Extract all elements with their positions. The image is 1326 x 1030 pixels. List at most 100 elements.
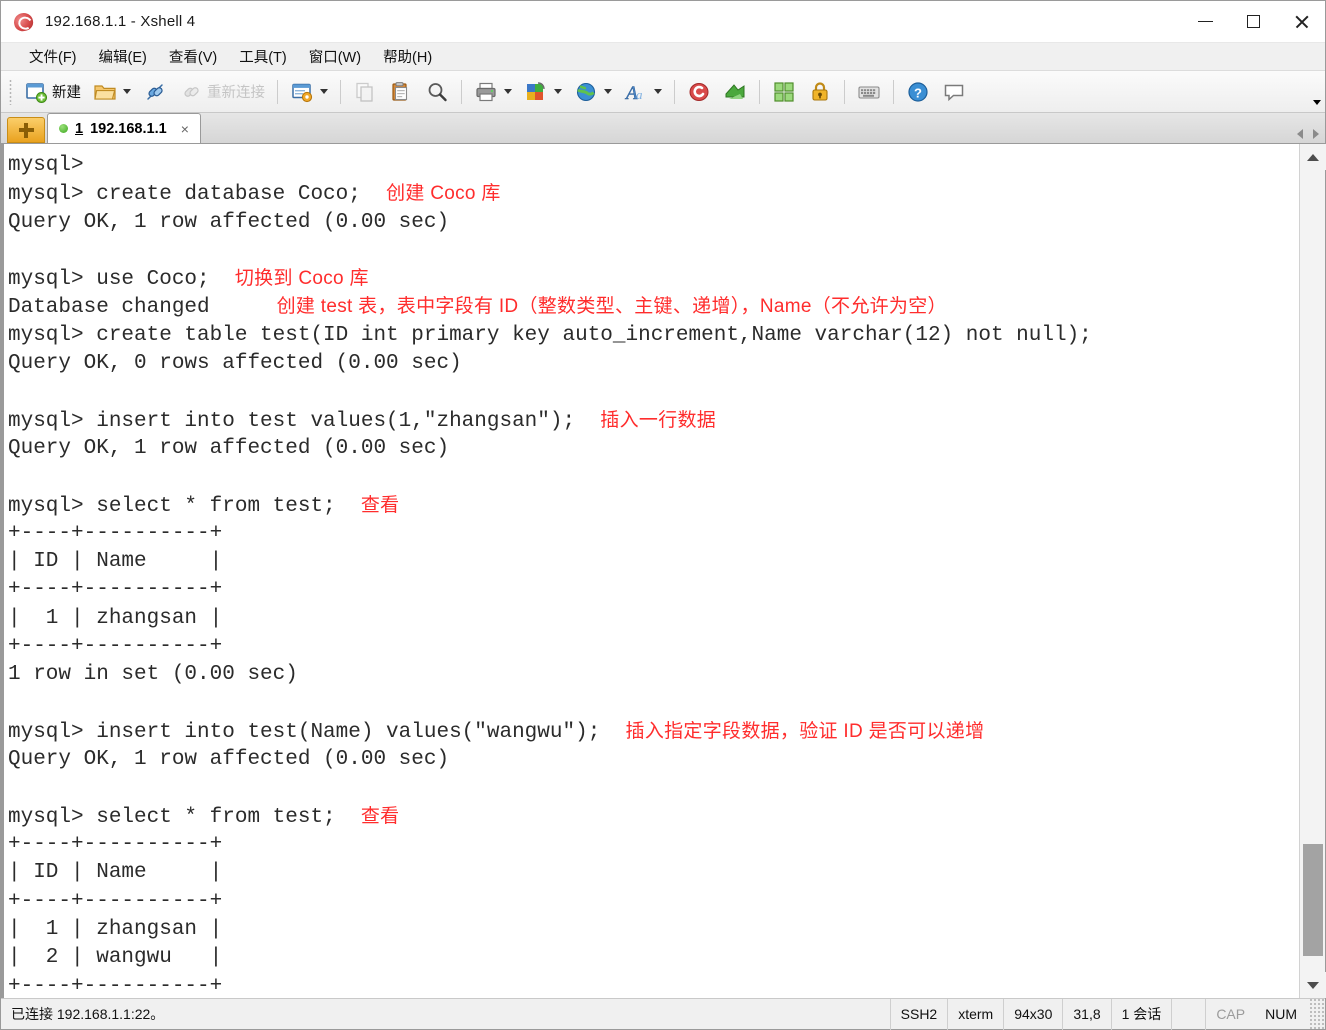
tile-windows-button[interactable] bbox=[767, 76, 801, 108]
print-caret-icon[interactable] bbox=[504, 89, 512, 94]
terminal-annotation: 查看 bbox=[360, 805, 400, 827]
terminal-line: mysql> insert into test(Name) values("wa… bbox=[8, 718, 1299, 746]
status-cursor: 31,8 bbox=[1062, 998, 1110, 1030]
terminal-text: mysql> insert into test(Name) values("wa… bbox=[8, 720, 626, 744]
terminal-line: +----+----------+ bbox=[8, 973, 1299, 998]
toolbar-separator-4 bbox=[674, 79, 675, 104]
font-caret-icon[interactable] bbox=[654, 89, 662, 94]
connect-icon bbox=[143, 80, 167, 104]
session-manager-button[interactable] bbox=[285, 76, 333, 108]
terminal-annotation: 创建 Coco 库 bbox=[386, 183, 501, 205]
connect-button[interactable] bbox=[138, 76, 172, 108]
terminal-text: +----+----------+ bbox=[8, 833, 223, 857]
color-scheme-caret-icon[interactable] bbox=[554, 89, 562, 94]
web-caret-icon[interactable] bbox=[604, 89, 612, 94]
menu-help[interactable]: 帮助(H) bbox=[373, 44, 442, 69]
xshell-button[interactable] bbox=[682, 76, 716, 108]
web-icon bbox=[574, 80, 598, 104]
terminal-line: +----+----------+ bbox=[8, 520, 1299, 548]
session-manager-caret-icon[interactable] bbox=[320, 89, 328, 94]
new-session-icon bbox=[24, 80, 48, 104]
terminal-text: +----+----------+ bbox=[8, 635, 223, 659]
xshell-icon bbox=[687, 80, 711, 104]
terminal-text: mysql> select * from test; bbox=[8, 494, 361, 518]
tab-next-icon[interactable] bbox=[1313, 129, 1319, 139]
scrollbar-track[interactable] bbox=[1300, 170, 1326, 972]
copy-icon bbox=[353, 80, 377, 104]
xshell-window: 192.168.1.1 - Xshell 4 文件(F) 编辑(E) 查看(V)… bbox=[0, 0, 1326, 1030]
terminal-text: | 2 | wangwu | bbox=[8, 946, 223, 970]
toolbar-grip[interactable] bbox=[9, 78, 12, 105]
help-button[interactable]: ? bbox=[901, 76, 935, 108]
terminal-annotation: 创建 test 表，表中字段有 ID（整数类型、主键、递增），Name（不允许为… bbox=[209, 296, 947, 318]
open-session-caret-icon[interactable] bbox=[123, 89, 131, 94]
terminal-line: mysql> create database Coco; 创建 Coco 库 bbox=[8, 180, 1299, 208]
scroll-up-button[interactable] bbox=[1299, 144, 1326, 170]
terminal-line: | ID | Name | bbox=[8, 548, 1299, 576]
menu-file[interactable]: 文件(F) bbox=[19, 44, 87, 69]
session-manager-icon bbox=[290, 80, 314, 104]
lock-button[interactable] bbox=[803, 76, 837, 108]
terminal-text: | 1 | zhangsan | bbox=[8, 606, 223, 630]
terminal-area: mysql> mysql> create database Coco; 创建 Co… bbox=[1, 144, 1326, 998]
new-session-button[interactable]: 新建 bbox=[19, 76, 86, 108]
keyboard-button[interactable] bbox=[852, 76, 886, 108]
menu-view[interactable]: 查看(V) bbox=[159, 44, 227, 69]
terminal-annotation: 切换到 Coco 库 bbox=[234, 268, 369, 290]
font-button[interactable]: A a bbox=[619, 76, 667, 108]
print-icon bbox=[474, 80, 498, 104]
resize-grip[interactable] bbox=[1309, 998, 1325, 1030]
copy-button[interactable] bbox=[348, 76, 382, 108]
terminal-text: mysql> create table test(ID int primary … bbox=[8, 323, 1092, 347]
color-scheme-button[interactable] bbox=[519, 76, 567, 108]
tab-bar: 1 192.168.1.1 × bbox=[1, 113, 1325, 144]
xftp-button[interactable] bbox=[718, 76, 752, 108]
chevron-down-icon bbox=[1313, 100, 1321, 105]
chevron-up-icon bbox=[1306, 153, 1319, 161]
tab-prev-icon[interactable] bbox=[1297, 129, 1303, 139]
comment-button[interactable] bbox=[937, 76, 971, 108]
web-button[interactable] bbox=[569, 76, 617, 108]
new-tab-button[interactable] bbox=[7, 117, 45, 143]
terminal-text: 1 row in set (0.00 sec) bbox=[8, 663, 298, 687]
terminal-line: | 1 | zhangsan | bbox=[8, 605, 1299, 633]
find-button[interactable] bbox=[420, 76, 454, 108]
terminal-text: Query OK, 0 rows affected (0.00 sec) bbox=[8, 352, 462, 376]
tab-nav bbox=[1297, 129, 1319, 139]
reconnect-button[interactable]: 重新连接 bbox=[174, 76, 270, 108]
title-bar: 192.168.1.1 - Xshell 4 bbox=[1, 1, 1325, 43]
tab-session-1[interactable]: 1 192.168.1.1 × bbox=[47, 113, 201, 143]
terminal-scrollbar[interactable] bbox=[1299, 144, 1326, 998]
status-blank bbox=[1171, 998, 1205, 1030]
status-sessions: 1 会话 bbox=[1110, 998, 1172, 1030]
open-session-button[interactable] bbox=[88, 76, 136, 108]
toolbar-separator-6 bbox=[844, 79, 845, 104]
xshell-logo-icon bbox=[12, 10, 35, 33]
scroll-down-button[interactable] bbox=[1299, 972, 1326, 998]
toolbar-overflow-button[interactable] bbox=[1311, 71, 1321, 113]
maximize-button[interactable] bbox=[1229, 1, 1277, 43]
menu-bar: 文件(F) 编辑(E) 查看(V) 工具(T) 窗口(W) 帮助(H) bbox=[1, 43, 1325, 71]
scrollbar-thumb[interactable] bbox=[1302, 843, 1323, 956]
minimize-button[interactable] bbox=[1181, 1, 1229, 43]
terminal-line: Query OK, 1 row affected (0.00 sec) bbox=[8, 209, 1299, 237]
print-button[interactable] bbox=[469, 76, 517, 108]
status-caps: CAP bbox=[1205, 998, 1255, 1030]
open-folder-icon bbox=[93, 80, 117, 104]
terminal-line: Database changed 创建 test 表，表中字段有 ID（整数类型… bbox=[8, 293, 1299, 321]
reconnect-label: 重新连接 bbox=[207, 85, 265, 101]
new-session-label: 新建 bbox=[52, 85, 81, 101]
terminal-output[interactable]: mysql> mysql> create database Coco; 创建 Co… bbox=[1, 144, 1299, 998]
menu-edit[interactable]: 编辑(E) bbox=[89, 44, 157, 69]
paste-icon bbox=[389, 80, 413, 104]
menu-window[interactable]: 窗口(W) bbox=[299, 44, 371, 69]
terminal-text: Query OK, 1 row affected (0.00 sec) bbox=[8, 210, 450, 234]
terminal-line: mysql> select * from test; 查看 bbox=[8, 492, 1299, 520]
menu-tools[interactable]: 工具(T) bbox=[229, 44, 297, 69]
close-button[interactable] bbox=[1277, 1, 1325, 43]
terminal-line: | 1 | zhangsan | bbox=[8, 916, 1299, 944]
paste-button[interactable] bbox=[384, 76, 418, 108]
tab-close-icon[interactable]: × bbox=[178, 121, 192, 137]
